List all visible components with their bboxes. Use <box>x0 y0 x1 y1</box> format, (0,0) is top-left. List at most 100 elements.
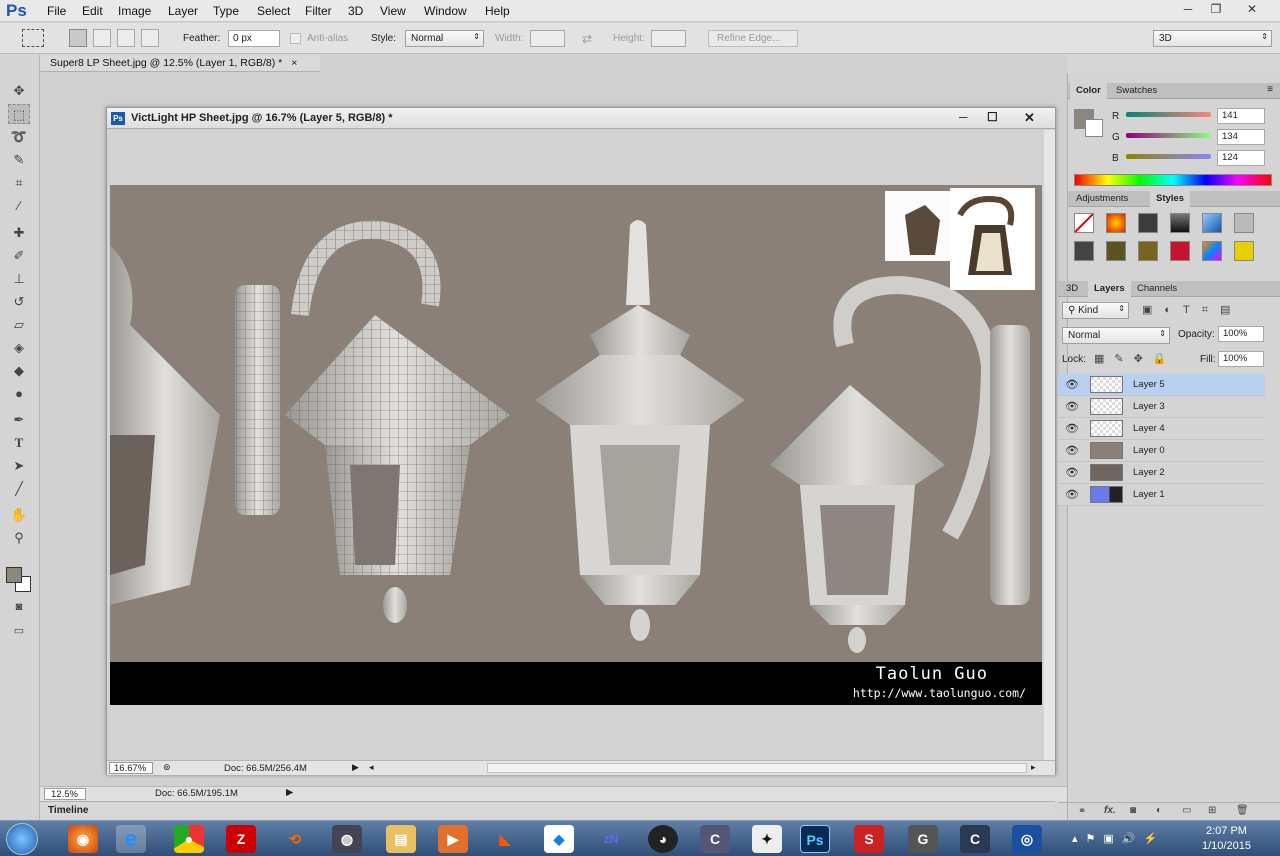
app-icon-16[interactable]: S <box>854 825 884 853</box>
filezilla-icon[interactable]: Z <box>226 825 256 853</box>
style-swatch-2[interactable] <box>1106 213 1126 233</box>
tray-icons[interactable]: ▴⚑▣🔊⚡ <box>1072 832 1165 845</box>
tab-adjustments[interactable]: Adjustments <box>1070 191 1134 207</box>
height-input[interactable] <box>651 30 686 47</box>
menu-select[interactable]: Select <box>257 4 290 18</box>
layer-row[interactable]: 👁 Layer 4 <box>1058 418 1265 440</box>
eraser-icon[interactable]: ▱ <box>8 315 30 335</box>
add-selection-icon[interactable] <box>93 29 111 47</box>
stamp-icon[interactable]: ⊥ <box>8 269 30 289</box>
style-swatch-8[interactable] <box>1106 241 1126 261</box>
b-slider[interactable] <box>1126 154 1211 159</box>
status-info-icon[interactable]: ⊚ <box>163 762 171 773</box>
menu-edit[interactable]: Edit <box>82 4 103 18</box>
style-swatch-3[interactable] <box>1138 213 1158 233</box>
style-swatch-9[interactable] <box>1138 241 1158 261</box>
r-slider[interactable] <box>1126 112 1211 117</box>
scroll-right-icon[interactable]: ▸ <box>1031 762 1036 773</box>
ie-icon[interactable]: e <box>116 825 146 853</box>
menu-file[interactable]: File <box>47 4 66 18</box>
app-restore-button[interactable]: ❐ <box>1204 2 1228 20</box>
new-selection-icon[interactable] <box>69 29 87 47</box>
tab-color[interactable]: Color <box>1070 83 1107 99</box>
marquee-preset-icon[interactable] <box>22 29 44 47</box>
menu-type[interactable]: Type <box>213 4 239 18</box>
style-select[interactable]: Normal ⇕ <box>405 30 484 47</box>
menu-image[interactable]: Image <box>118 4 151 18</box>
menu-help[interactable]: Help <box>485 4 510 18</box>
explorer-icon[interactable]: ▤ <box>386 825 416 853</box>
marquee-icon[interactable]: ⬚ <box>8 104 30 124</box>
quick-select-icon[interactable]: ✎ <box>8 150 30 170</box>
color-spectrum[interactable] <box>1074 174 1272 186</box>
lock-icons[interactable]: ▦✎✥🔒 <box>1094 352 1177 365</box>
style-swatch-12[interactable] <box>1234 241 1254 261</box>
refine-edge-button[interactable]: Refine Edge... <box>708 30 798 47</box>
app-icon-19[interactable]: ◎ <box>1012 825 1042 853</box>
app-icon-13[interactable]: C <box>700 825 730 853</box>
app-icon-6[interactable]: ◍ <box>332 825 362 853</box>
style-swatch-4[interactable] <box>1170 213 1190 233</box>
scroll-left-icon[interactable]: ◂ <box>369 762 374 773</box>
screen-mode-icon[interactable]: ▭ <box>8 621 30 641</box>
tab-styles[interactable]: Styles <box>1150 191 1190 207</box>
line-icon[interactable]: ╱ <box>8 479 30 499</box>
hand-icon[interactable]: ✋ <box>8 505 30 525</box>
blend-mode-select[interactable]: Normal ⇕ <box>1062 327 1170 344</box>
b-input[interactable]: 124 <box>1217 150 1265 166</box>
panel-menu-icon[interactable]: ≡ <box>1267 84 1273 95</box>
dodge-icon[interactable]: ● <box>8 384 30 404</box>
style-swatch-7[interactable] <box>1074 241 1094 261</box>
menu-layer[interactable]: Layer <box>168 4 198 18</box>
tab-swatches[interactable]: Swatches <box>1110 83 1163 99</box>
subtract-selection-icon[interactable] <box>117 29 135 47</box>
swap-icon[interactable]: ⇄ <box>582 32 592 46</box>
eye-icon[interactable]: 👁 <box>1065 400 1079 413</box>
lasso-icon[interactable]: ➰ <box>8 127 30 147</box>
eye-icon[interactable]: 👁 <box>1065 488 1079 501</box>
eye-icon[interactable]: 👁 <box>1065 444 1079 457</box>
app-icon-17[interactable]: G <box>908 825 938 853</box>
trash-icon[interactable]: 🗑 <box>1236 805 1249 816</box>
style-none-swatch[interactable] <box>1074 213 1094 233</box>
workspace-select[interactable]: 3D ⇕ <box>1153 30 1272 47</box>
tab-channels[interactable]: Channels <box>1131 281 1183 297</box>
eye-icon[interactable]: 👁 <box>1065 422 1079 435</box>
app-icon-18[interactable]: C <box>960 825 990 853</box>
doc-minimize-button[interactable]: ─ <box>959 110 968 124</box>
clock-time[interactable]: 2:07 PM <box>1206 825 1247 837</box>
zoom-field[interactable]: 12.5% <box>44 788 86 800</box>
menu-view[interactable]: View <box>380 4 406 18</box>
feather-input[interactable]: 0 px <box>228 30 280 47</box>
media-player-icon[interactable]: ▶ <box>438 825 468 853</box>
doc-zoom-field[interactable]: 16.67% <box>109 762 153 774</box>
app-icon-12[interactable]: ◕ <box>648 825 678 853</box>
type-icon[interactable]: T <box>8 433 30 453</box>
app-icon-11[interactable]: zN <box>596 825 626 853</box>
fx-icon[interactable]: fx. <box>1104 805 1116 816</box>
style-swatch-10[interactable] <box>1170 241 1190 261</box>
tab-3d[interactable]: 3D <box>1060 281 1084 297</box>
intersect-selection-icon[interactable] <box>141 29 159 47</box>
app-minimize-button[interactable]: ─ <box>1176 2 1200 20</box>
folder-icon[interactable]: ▭ <box>1182 805 1191 816</box>
width-input[interactable] <box>530 30 565 47</box>
history-brush-icon[interactable]: ↺ <box>8 292 30 312</box>
layer-row[interactable]: 👁 Layer 2 <box>1058 462 1265 484</box>
dropbox-icon[interactable]: ◆ <box>544 825 574 853</box>
mask-icon[interactable]: ◙ <box>1130 805 1136 816</box>
adjustment-icon[interactable]: ◐ <box>1156 805 1162 816</box>
horizontal-scrollbar[interactable] <box>487 763 1027 773</box>
opacity-input[interactable]: 100% <box>1218 326 1264 342</box>
menu-window[interactable]: Window <box>424 4 467 18</box>
zoom-icon[interactable]: ⚲ <box>8 528 30 548</box>
chrome-icon[interactable]: ● <box>174 825 204 853</box>
r-input[interactable]: 141 <box>1217 108 1265 124</box>
menu-3d[interactable]: 3D <box>348 4 363 18</box>
close-icon[interactable]: × <box>291 57 297 69</box>
g-slider[interactable] <box>1126 133 1211 138</box>
g-input[interactable]: 134 <box>1217 129 1265 145</box>
foreground-color-swatch[interactable] <box>6 567 22 583</box>
layer-row[interactable]: 👁 Layer 3 <box>1058 396 1265 418</box>
style-swatch-5[interactable] <box>1202 213 1222 233</box>
